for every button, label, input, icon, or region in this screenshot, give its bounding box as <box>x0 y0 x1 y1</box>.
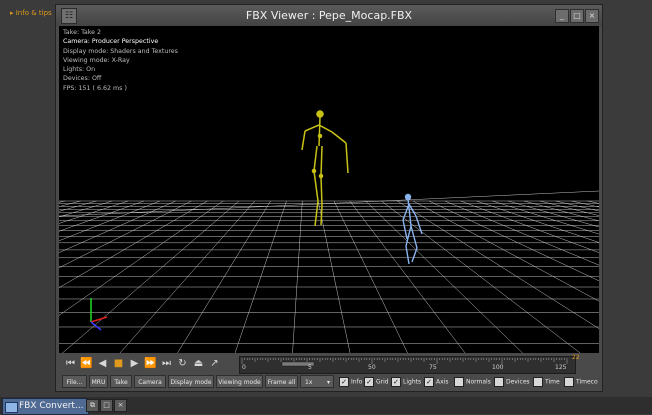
timeline-tick-label: 50 <box>368 364 376 371</box>
toggle-info[interactable]: ✓ Info <box>339 377 362 387</box>
taskbar-maximize-button[interactable]: □ <box>100 399 113 412</box>
play-reverse-icon[interactable]: ◀ <box>95 356 110 372</box>
close-button[interactable]: × <box>585 9 599 23</box>
taskbar: FBX Convert... ⧉ □ × <box>0 397 652 415</box>
3d-viewport[interactable]: Take: Take 2 Camera: Producer Perspectiv… <box>59 26 599 353</box>
checkbox-timecode[interactable] <box>564 377 574 387</box>
toggle-label: Timeco <box>576 378 598 386</box>
timeline-slider[interactable]: 0 5 50 75 100 125 <box>239 356 576 374</box>
checkbox-normals[interactable] <box>454 377 464 387</box>
info-lights: Lights: On <box>63 66 96 74</box>
info-fps: FPS: 151 ( 6.62 ms ) <box>63 84 127 92</box>
taskbar-item-fbx-converter[interactable]: FBX Convert... <box>2 398 89 415</box>
checkbox-axis[interactable]: ✓ <box>424 377 434 387</box>
taskbar-close-button[interactable]: × <box>114 399 127 412</box>
mru-button[interactable]: MRU <box>89 375 108 388</box>
maximize-button[interactable]: □ <box>570 9 584 23</box>
info-display-mode: Display mode: Shaders and Textures <box>63 47 178 55</box>
info-devices: Devices: Off <box>63 75 102 83</box>
info-camera: Camera: Producer Perspective <box>63 38 159 46</box>
zoom-value: 1x <box>305 379 313 386</box>
transport-bar: ⏮ ⏪ ◀ ■ ▶ ⏩ ⏭ ↻ ⏏ ↗ 0 5 50 75 100 125 22 <box>59 354 599 374</box>
frame-all-button[interactable]: Frame all <box>265 375 298 388</box>
skeleton-blue <box>402 193 423 265</box>
toggle-axis[interactable]: ✓ Axis <box>424 377 448 387</box>
fbx-viewer-window: ☷ FBX Viewer : Pepe_Mocap.FBX _ □ × Take… <box>55 4 603 392</box>
zoom-select[interactable]: 1x ▾ <box>300 375 334 388</box>
bottom-toolbar: File... MRU Take Camera Display mode Vie… <box>59 375 599 389</box>
rewind-icon[interactable]: ⏪ <box>79 356 94 372</box>
toggle-label: Grid <box>376 378 389 386</box>
timeline-tick-label: 0 <box>242 364 246 371</box>
taskbar-restore-button[interactable]: ⧉ <box>86 399 99 412</box>
fast-forward-icon[interactable]: ⏩ <box>143 356 158 372</box>
toggle-label: Info <box>351 378 363 386</box>
display-mode-button[interactable]: Display mode <box>168 375 214 388</box>
timeline-end-frame: 22 <box>572 354 580 361</box>
floor-grid <box>59 190 599 353</box>
toggle-label: Normals <box>466 378 491 386</box>
toggle-time[interactable]: Time <box>533 377 560 387</box>
checkbox-grid[interactable]: ✓ <box>364 377 374 387</box>
timeline-ruler <box>241 358 568 367</box>
minimize-button[interactable]: _ <box>555 9 569 23</box>
go-start-icon[interactable]: ⏮ <box>63 356 78 372</box>
checkbox-lights[interactable]: ✓ <box>391 377 401 387</box>
info-viewing-mode: Viewing mode: X-Ray <box>63 56 130 64</box>
toggle-lights[interactable]: ✓ Lights <box>391 377 421 387</box>
taskbar-item-label: FBX Convert... <box>19 401 84 411</box>
play-icon[interactable]: ▶ <box>127 356 142 372</box>
camera-button[interactable]: Camera <box>134 375 166 388</box>
title-bar[interactable]: ☷ FBX Viewer : Pepe_Mocap.FBX _ □ × <box>56 5 602 26</box>
take-button[interactable]: Take <box>110 375 132 388</box>
export-icon[interactable]: ↗ <box>207 356 222 372</box>
toggle-label: Axis <box>436 378 449 386</box>
viewing-mode-button[interactable]: Viewing mode <box>216 375 263 388</box>
toggle-label: Time <box>545 378 560 386</box>
chevron-down-icon: ▾ <box>326 379 330 386</box>
toggle-timecode[interactable]: Timeco <box>564 377 598 387</box>
file-button[interactable]: File... <box>62 375 87 388</box>
timeline-tick-label: 75 <box>429 364 437 371</box>
skeleton-yellow <box>301 110 349 227</box>
toggle-devices[interactable]: Devices <box>494 377 530 387</box>
info-take: Take: Take 2 <box>63 29 102 36</box>
timeline-tick-label: 100 <box>492 364 504 371</box>
window-title: FBX Viewer : Pepe_Mocap.FBX <box>245 9 413 22</box>
go-end-icon[interactable]: ⏭ <box>159 356 174 372</box>
checkbox-devices[interactable] <box>494 377 504 387</box>
toggle-label: Lights <box>403 378 422 386</box>
toggle-label: Devices <box>506 378 530 386</box>
checkbox-time[interactable] <box>533 377 543 387</box>
timeline-tick-label: 5 <box>308 364 312 371</box>
checkbox-info[interactable]: ✓ <box>339 377 349 387</box>
eject-icon[interactable]: ⏏ <box>191 356 206 372</box>
timeline-tick-label: 125 <box>555 364 567 371</box>
toggle-normals[interactable]: Normals <box>454 377 491 387</box>
loop-icon[interactable]: ↻ <box>175 356 190 372</box>
toggle-grid[interactable]: ✓ Grid <box>364 377 389 387</box>
desktop-label[interactable]: ▸ Info & tips <box>10 9 52 17</box>
window-icon <box>5 402 18 413</box>
axis-gizmo <box>90 298 108 331</box>
stop-icon[interactable]: ■ <box>111 356 126 372</box>
viewport-info: Take: Take 2 Camera: Producer Perspectiv… <box>63 28 178 93</box>
